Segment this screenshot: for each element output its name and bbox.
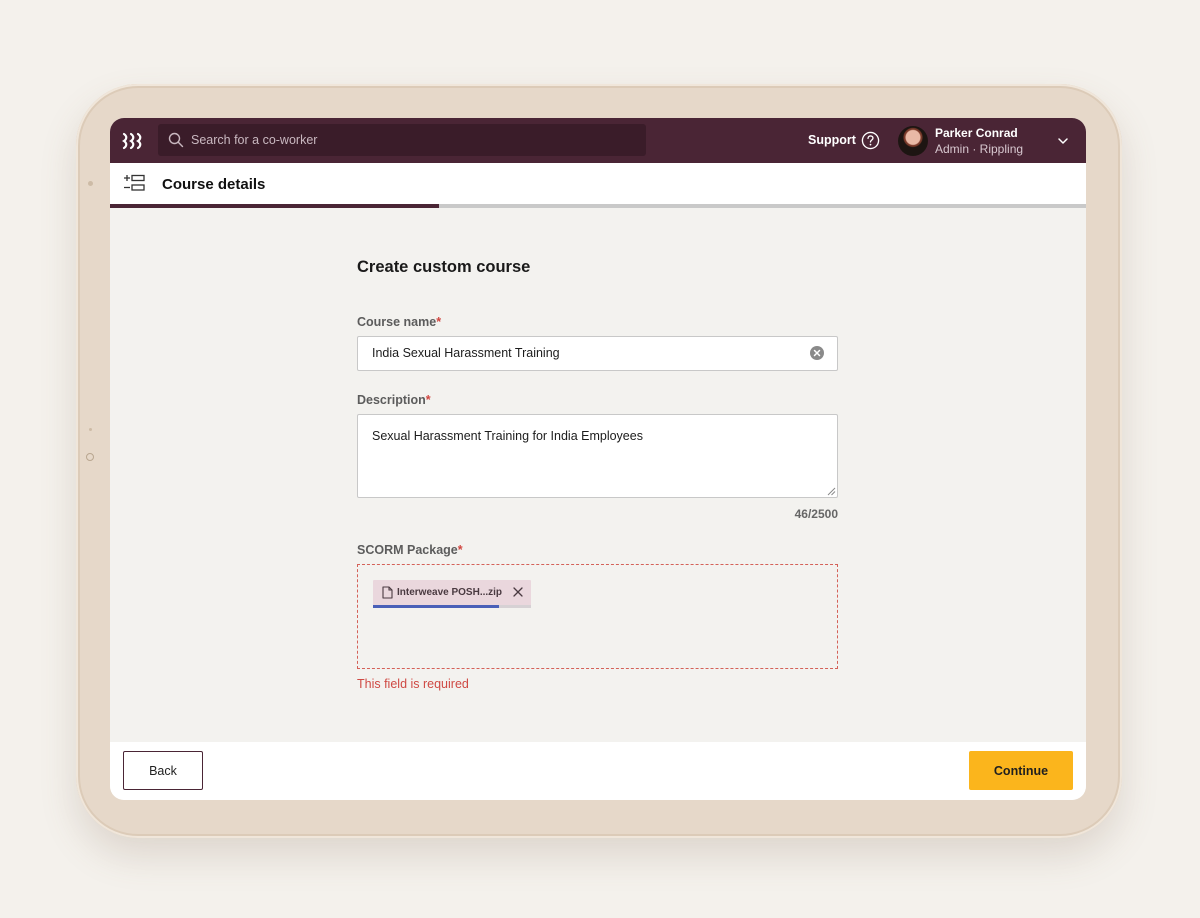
step-progress-bar: [110, 204, 1086, 208]
user-name: Parker Conrad: [935, 126, 1018, 140]
character-count: 46/2500: [794, 507, 838, 521]
clear-input-icon[interactable]: [810, 346, 824, 360]
app-screen: Search for a co-worker Support Parker Co…: [110, 118, 1086, 800]
scorm-package-label: SCORM Package*: [357, 543, 463, 557]
page-title: Course details: [162, 176, 266, 193]
remove-file-icon[interactable]: [512, 586, 524, 598]
top-navigation-bar: Search for a co-worker Support Parker Co…: [110, 118, 1086, 163]
steps-list-icon[interactable]: [123, 174, 145, 192]
user-role: Admin · Rippling: [935, 142, 1024, 156]
resize-handle-icon[interactable]: [827, 487, 836, 496]
description-textarea[interactable]: Sexual Harassment Training for India Emp…: [357, 414, 838, 498]
form-footer: Back Continue: [110, 742, 1086, 800]
search-icon: [168, 132, 184, 148]
chevron-down-icon[interactable]: [1057, 135, 1069, 147]
upload-progress-bar: [373, 605, 531, 608]
required-marker: *: [457, 543, 463, 557]
scorm-upload-dropzone[interactable]: Interweave POSH...zip: [357, 564, 838, 669]
course-name-value: India Sexual Harassment Training: [372, 346, 560, 360]
tablet-sensor-dot: [89, 428, 92, 431]
course-name-input[interactable]: India Sexual Harassment Training: [357, 336, 838, 371]
tablet-camera: [86, 453, 94, 461]
uploaded-file-chip: Interweave POSH...zip: [373, 580, 531, 608]
file-name: Interweave POSH...zip: [397, 587, 503, 598]
field-error-message: This field is required: [357, 677, 469, 691]
coworker-search-input[interactable]: Search for a co-worker: [158, 124, 646, 156]
upload-progress-fill: [373, 605, 500, 608]
support-link[interactable]: Support: [808, 133, 856, 147]
rippling-logo-icon[interactable]: [122, 131, 144, 151]
course-name-label: Course name*: [357, 315, 442, 329]
description-label: Description*: [357, 393, 431, 407]
step-progress-fill: [110, 204, 439, 208]
help-circle-icon[interactable]: [861, 131, 880, 150]
required-marker: *: [425, 393, 431, 407]
page-header: Course details: [110, 163, 1086, 204]
file-icon: [382, 586, 393, 599]
continue-button[interactable]: Continue: [969, 751, 1073, 790]
user-avatar[interactable]: [898, 126, 928, 156]
back-button[interactable]: Back: [123, 751, 203, 790]
tablet-sensor-dot: [88, 181, 93, 186]
required-marker: *: [436, 315, 442, 329]
description-value: Sexual Harassment Training for India Emp…: [372, 429, 643, 443]
search-placeholder: Search for a co-worker: [191, 133, 318, 147]
form-title: Create custom course: [357, 258, 531, 276]
